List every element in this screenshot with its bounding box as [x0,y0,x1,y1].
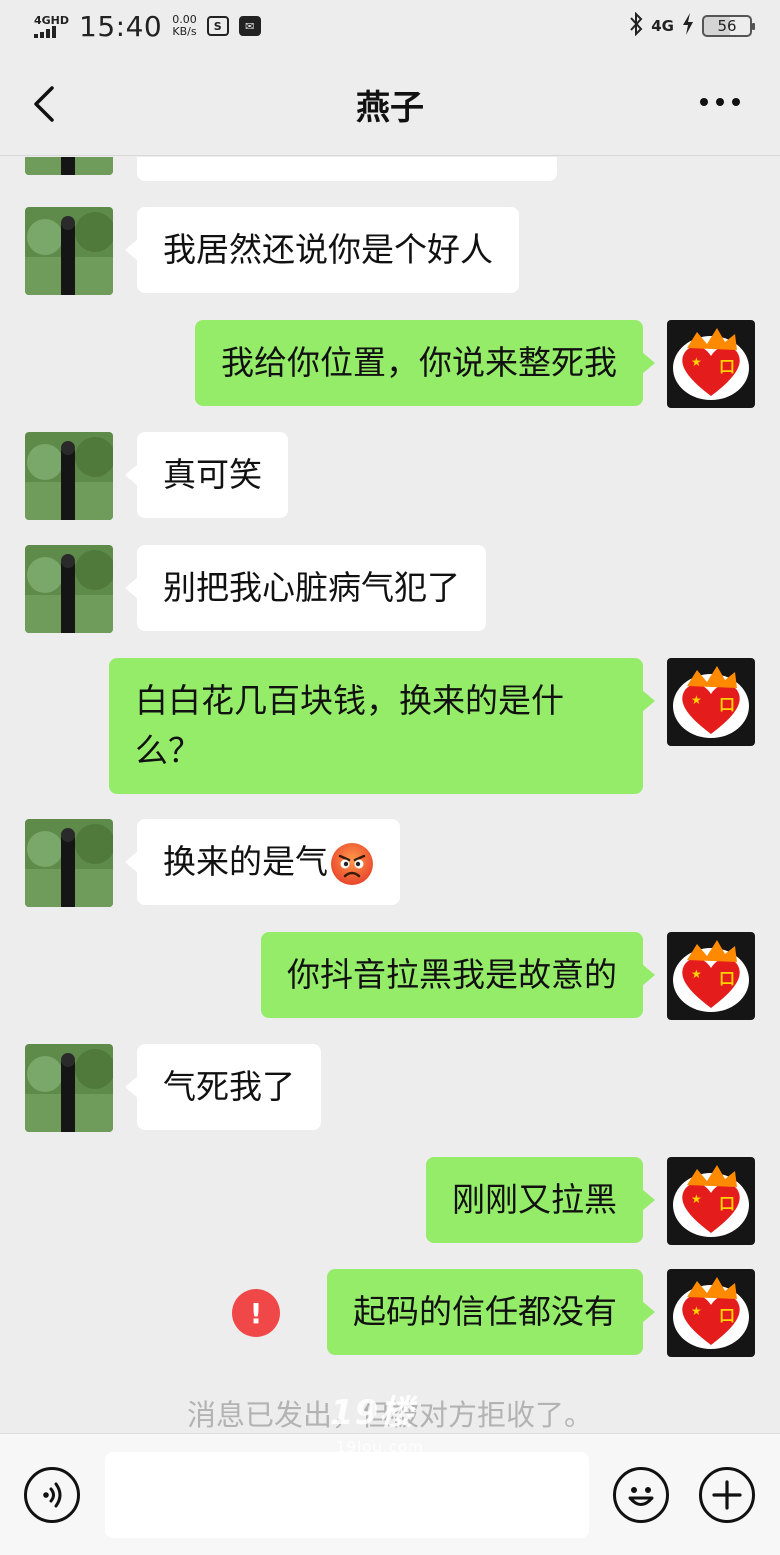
message-list[interactable]: 我居然还说你是个好人 我给你位置，你说来整死我 ★ 口 真可笑 别把我心脏病气犯了… [0,157,780,1432]
bluetooth-icon [629,11,643,40]
my-avatar[interactable]: ★ 口 [667,320,755,408]
battery-icon: 56 [702,15,755,37]
message-text: 起码的信任都没有 [353,1292,617,1331]
emoji-button[interactable] [613,1467,669,1523]
message-text: 真可笑 [163,455,262,494]
contact-avatar[interactable] [25,819,113,907]
outgoing-bubble[interactable]: 白白花几百块钱，换来的是什 么？ [109,658,655,794]
svg-text:★: ★ [691,1192,702,1206]
message-text: 换来的是气 [163,842,328,881]
contact-avatar[interactable] [25,1044,113,1132]
message-text: 白白花几百块钱，换来的是什 [135,681,564,720]
message-text: 气死我了 [163,1067,295,1106]
angry-face-icon [330,842,374,886]
message-text: 我居然还说你是个好人 [163,230,493,269]
svg-text:口: 口 [719,1306,735,1325]
message-input[interactable] [105,1452,589,1538]
incoming-bubble[interactable] [137,157,557,181]
incoming-bubble[interactable]: 别把我心脏病气犯了 [125,545,486,631]
contact-avatar[interactable] [25,545,113,633]
svg-text:口: 口 [719,695,735,714]
app-notification-icon: S [206,16,229,36]
input-bar: 19lou.com [0,1433,780,1555]
message-text: 别把我心脏病气犯了 [163,568,460,607]
svg-text:★: ★ [691,355,702,369]
svg-text:★: ★ [691,1304,702,1318]
voice-button[interactable] [24,1467,80,1523]
send-failed-icon[interactable]: ! [232,1289,280,1337]
status-bar: 4GHD 15:40 0.00 KB/s S ✉ 4G 56 [0,0,780,52]
message-text: 我给你位置，你说来整死我 [221,343,617,382]
signal-icon: 4GHD [34,15,69,38]
plus-button[interactable] [699,1467,755,1523]
outgoing-bubble[interactable]: 我给你位置，你说来整死我 [195,320,655,406]
emoji-icon [628,1487,654,1506]
message-text: 么？ [135,731,201,770]
incoming-bubble[interactable]: 真可笑 [125,432,288,518]
incoming-bubble[interactable]: 气死我了 [125,1044,321,1130]
watermark: 19楼 [330,1393,415,1432]
message-text: 刚刚又拉黑 [452,1180,617,1219]
svg-text:★: ★ [691,693,702,707]
incoming-bubble[interactable]: 我居然还说你是个好人 [125,207,519,293]
contact-avatar[interactable] [25,432,113,520]
network-speed: 0.00 KB/s [172,13,197,38]
contact-avatar[interactable] [25,207,113,295]
my-avatar[interactable]: ★ 口 [667,658,755,746]
plus-icon [712,1480,742,1510]
my-avatar[interactable]: ★ 口 [667,1157,755,1245]
charging-icon [682,13,694,39]
svg-text:口: 口 [719,1194,735,1213]
message-text: 你抖音拉黑我是故意的 [287,955,617,994]
contact-avatar[interactable] [25,157,113,175]
svg-text:★: ★ [691,967,702,981]
svg-text:口: 口 [719,969,735,988]
incoming-bubble[interactable]: 换来的是气 [125,819,400,905]
message-notification-icon: ✉ [238,16,261,36]
my-avatar[interactable]: ★ 口 [667,932,755,1020]
outgoing-bubble[interactable]: 起码的信任都没有 [327,1269,655,1355]
page-title: 燕子 [356,88,424,128]
voice-icon [43,1482,62,1508]
my-avatar[interactable]: ★ 口 [667,1269,755,1357]
svg-text:口: 口 [719,357,735,376]
network-type-right: 4G [651,17,674,35]
more-button[interactable] [700,98,740,106]
more-dots-icon [700,98,740,106]
network-type: 4GHD [34,13,70,27]
chat-header: 燕子 [0,52,780,156]
outgoing-bubble[interactable]: 刚刚又拉黑 [426,1157,655,1243]
outgoing-bubble[interactable]: 你抖音拉黑我是故意的 [261,932,655,1018]
status-time: 15:40 [79,9,163,43]
battery-level: 56 [717,17,737,35]
